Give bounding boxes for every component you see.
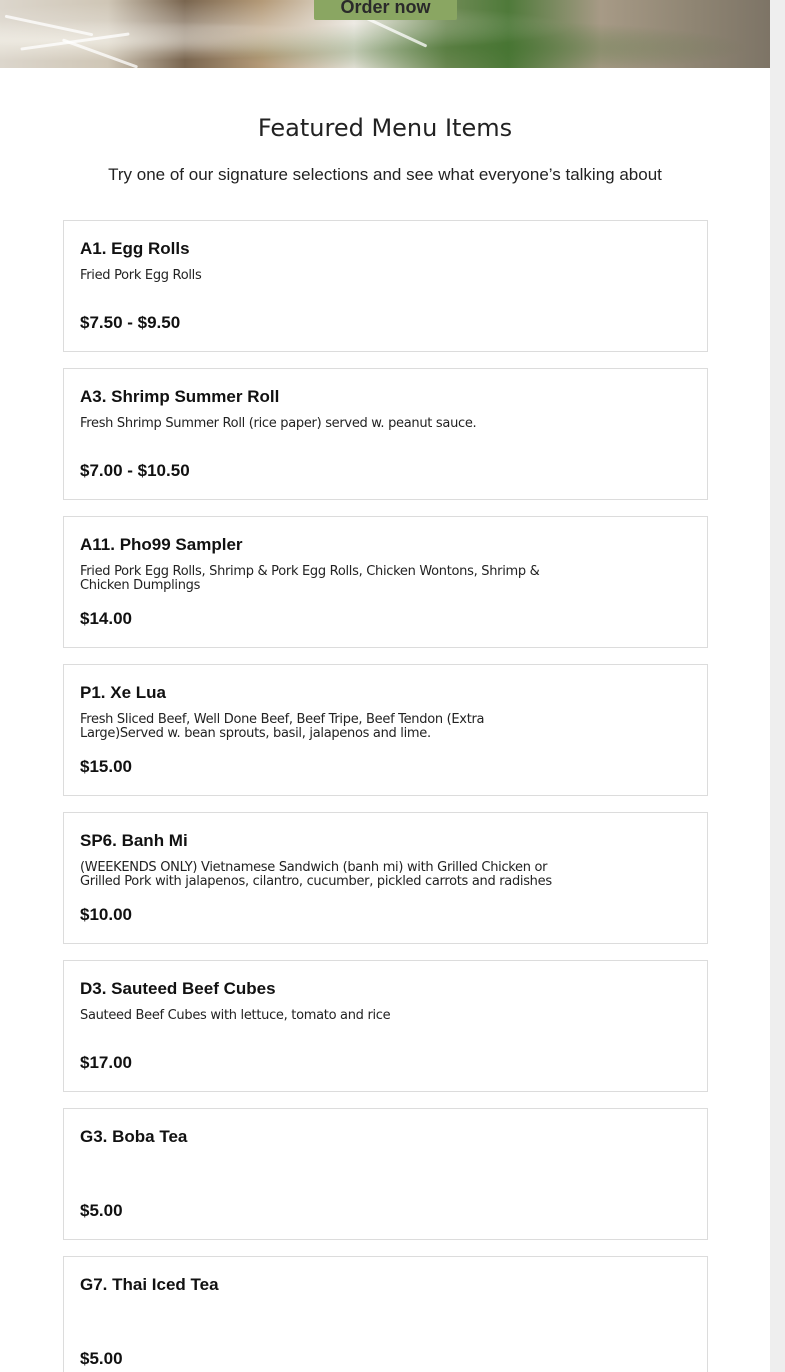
menu-item-name: G3. Boba Tea bbox=[80, 1127, 188, 1146]
menu-item-price: $5.00 bbox=[80, 1349, 123, 1368]
menu-item-card[interactable]: SP6. Banh Mi (WEEKENDS ONLY) Vietnamese … bbox=[63, 812, 708, 944]
menu-item-description: Fried Pork Egg Rolls bbox=[80, 268, 202, 283]
menu-item-price: $7.00 - $10.50 bbox=[80, 461, 190, 480]
menu-item-description: Sauteed Beef Cubes with lettuce, tomato … bbox=[80, 1008, 391, 1023]
menu-item-price: $15.00 bbox=[80, 757, 132, 776]
featured-section-subtitle: Try one of our signature selections and … bbox=[108, 165, 662, 184]
menu-item-description: Fried Pork Egg Rolls, Shrimp & Pork Egg … bbox=[80, 564, 540, 593]
browser-viewport: Order now Featured Menu Items Try one of… bbox=[0, 0, 785, 1372]
menu-item-name: G7. Thai Iced Tea bbox=[80, 1275, 219, 1294]
menu-item-description: (WEEKENDS ONLY) Vietnamese Sandwich (ban… bbox=[80, 860, 552, 889]
menu-item-card[interactable]: A11. Pho99 Sampler Fried Pork Egg Rolls,… bbox=[63, 516, 708, 648]
menu-item-description: Fresh Shrimp Summer Roll (rice paper) se… bbox=[80, 416, 477, 431]
menu-item-price: $14.00 bbox=[80, 609, 132, 628]
hero-banner-image: Order now bbox=[0, 0, 770, 68]
menu-item-name: A1. Egg Rolls bbox=[80, 239, 190, 258]
menu-item-name: SP6. Banh Mi bbox=[80, 831, 188, 850]
order-now-button[interactable]: Order now bbox=[314, 0, 457, 20]
featured-menu-list: A1. Egg Rolls Fried Pork Egg Rolls $7.50… bbox=[63, 220, 708, 1372]
menu-item-price: $5.00 bbox=[80, 1201, 123, 1220]
menu-item-name: A3. Shrimp Summer Roll bbox=[80, 387, 280, 406]
menu-item-price: $17.00 bbox=[80, 1053, 132, 1072]
vertical-scrollbar[interactable] bbox=[770, 0, 785, 1372]
menu-item-card[interactable]: A3. Shrimp Summer Roll Fresh Shrimp Summ… bbox=[63, 368, 708, 500]
menu-item-name: P1. Xe Lua bbox=[80, 683, 166, 702]
menu-item-card[interactable]: D3. Sauteed Beef Cubes Sauteed Beef Cube… bbox=[63, 960, 708, 1092]
menu-item-card[interactable]: G7. Thai Iced Tea $5.00 bbox=[63, 1256, 708, 1372]
menu-item-name: D3. Sauteed Beef Cubes bbox=[80, 979, 276, 998]
menu-item-price: $10.00 bbox=[80, 905, 132, 924]
page: Order now Featured Menu Items Try one of… bbox=[0, 0, 770, 1372]
menu-item-card[interactable]: G3. Boba Tea $5.00 bbox=[63, 1108, 708, 1240]
menu-item-card[interactable]: P1. Xe Lua Fresh Sliced Beef, Well Done … bbox=[63, 664, 708, 796]
featured-section-title: Featured Menu Items bbox=[257, 114, 513, 142]
menu-item-card[interactable]: A1. Egg Rolls Fried Pork Egg Rolls $7.50… bbox=[63, 220, 708, 352]
menu-item-price: $7.50 - $9.50 bbox=[80, 313, 181, 332]
menu-item-name: A11. Pho99 Sampler bbox=[80, 535, 243, 554]
menu-item-description: Fresh Sliced Beef, Well Done Beef, Beef … bbox=[80, 712, 485, 741]
